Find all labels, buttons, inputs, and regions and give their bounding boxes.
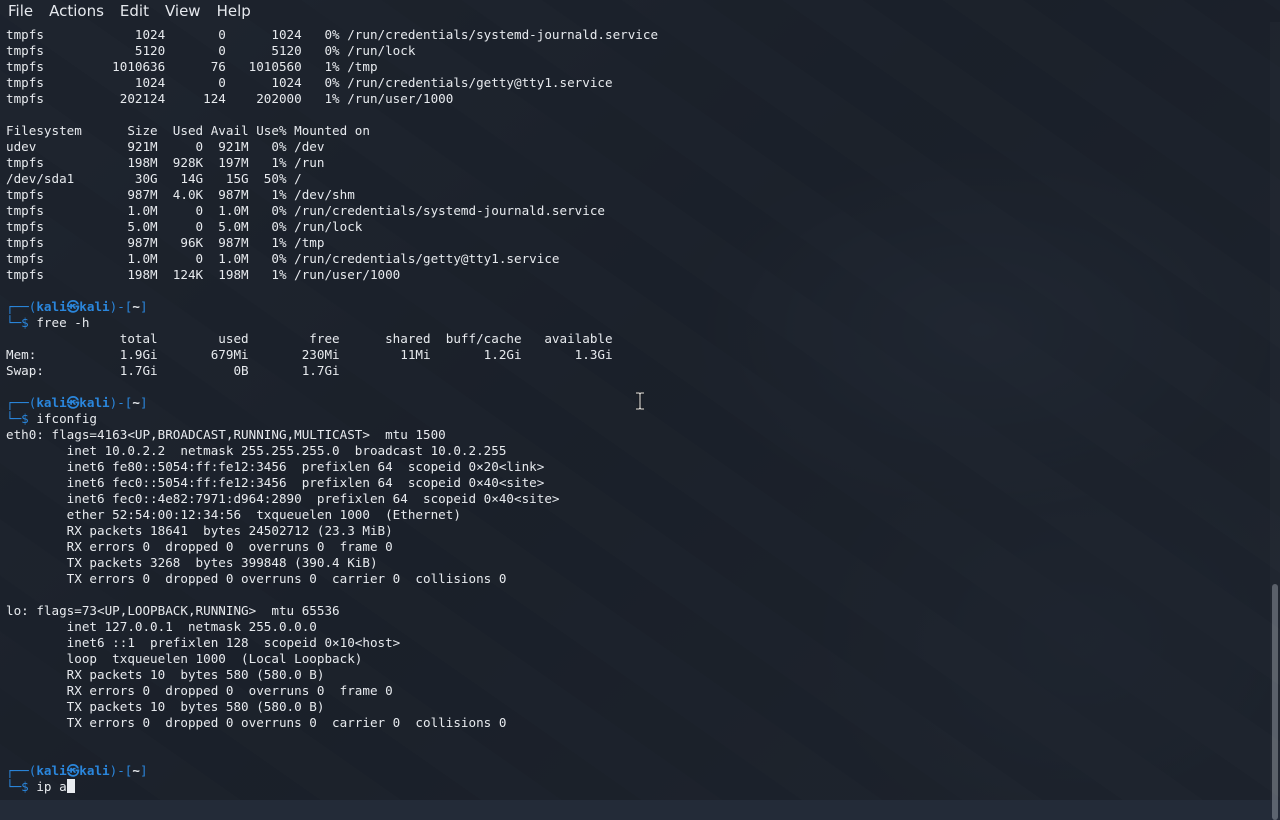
output-line: RX errors 0 dropped 0 overruns 0 frame 0 (6, 539, 393, 554)
command-text: ifconfig (36, 411, 98, 426)
output-line: total used free shared buff/cache availa… (6, 331, 613, 346)
output-line: inet 127.0.0.1 netmask 255.0.0.0 (6, 619, 317, 634)
output-line: tmpfs 1024 0 1024 0% /run/credentials/ge… (6, 75, 613, 90)
scrollbar-track[interactable] (1270, 22, 1280, 820)
prompt-symbol: └─$ (6, 779, 37, 794)
terminal-output[interactable]: tmpfs 1024 0 1024 0% /run/credentials/sy… (6, 27, 1261, 800)
output-line: TX packets 3268 bytes 399848 (390.4 KiB) (6, 555, 378, 570)
terminal-cursor (66, 779, 75, 793)
output-line: TX errors 0 dropped 0 overruns 0 carrier… (6, 715, 507, 730)
prompt-host: kali (79, 395, 110, 410)
menu-help[interactable]: Help (209, 0, 259, 22)
output-line: tmpfs 5.0M 0 5.0M 0% /run/lock (6, 219, 363, 234)
prompt-frame: )-[ (109, 763, 133, 778)
output-line: Filesystem Size Used Avail Use% Mounted … (6, 123, 370, 138)
prompt-header: ┌──(kali㉿kali)-[~] (6, 299, 1261, 315)
output-line: inet6 ::1 prefixlen 128 scopeid 0×10<hos… (6, 635, 401, 650)
output-line: Mem: 1.9Gi 679Mi 230Mi 11Mi 1.2Gi 1.3Gi (6, 347, 613, 362)
output-line: tmpfs 1024 0 1024 0% /run/credentials/sy… (6, 27, 659, 42)
output-line: udev 921M 0 921M 0% /dev (6, 139, 325, 154)
output-line: tmpfs 198M 124K 198M 1% /run/user/1000 (6, 267, 401, 282)
prompt-symbol: └─$ (6, 315, 37, 330)
output-line: tmpfs 5120 0 5120 0% /run/lock (6, 43, 416, 58)
prompt-frame: ┌──( (6, 395, 37, 410)
prompt-dir: ~ (132, 763, 140, 778)
prompt-user: kali (36, 763, 67, 778)
output-line: TX errors 0 dropped 0 overruns 0 carrier… (6, 571, 507, 586)
output-line: inet6 fe80::5054:ff:fe12:3456 prefixlen … (6, 459, 545, 474)
output-line: inet6 fec0::4e82:7971:d964:2890 prefixle… (6, 491, 560, 506)
prompt-at-icon: ㉿ (66, 763, 80, 778)
prompt-symbol: └─$ (6, 411, 37, 426)
output-line: lo: flags=73<UP,LOOPBACK,RUNNING> mtu 65… (6, 603, 340, 618)
output-line: tmpfs 1.0M 0 1.0M 0% /run/credentials/sy… (6, 203, 605, 218)
output-line: tmpfs 987M 96K 987M 1% /tmp (6, 235, 325, 250)
prompt-frame: ] (139, 395, 148, 410)
terminal-window[interactable]: File Actions Edit View Help tmpfs 1024 0… (0, 0, 1280, 820)
prompt-at-icon: ㉿ (66, 299, 80, 314)
command-text: free -h (36, 315, 90, 330)
prompt-header: ┌──(kali㉿kali)-[~] (6, 763, 1261, 779)
output-line: tmpfs 1010636 76 1010560 1% /tmp (6, 59, 378, 74)
prompt-frame: ] (139, 299, 148, 314)
menu-file[interactable]: File (0, 0, 41, 22)
command-line: └─$ ifconfig (6, 411, 1261, 427)
output-line: ether 52:54:00:12:34:56 txqueuelen 1000 … (6, 507, 461, 522)
menu-view[interactable]: View (157, 0, 209, 22)
output-line: Swap: 1.7Gi 0B 1.7Gi (6, 363, 340, 378)
prompt-user: kali (36, 299, 67, 314)
text-cursor-icon (636, 392, 644, 410)
output-line: tmpfs 1.0M 0 1.0M 0% /run/credentials/ge… (6, 251, 560, 266)
output-line: TX packets 10 bytes 580 (580.0 B) (6, 699, 325, 714)
scrollbar-thumb[interactable] (1272, 584, 1278, 820)
output-line: inet 10.0.2.2 netmask 255.255.255.0 broa… (6, 443, 507, 458)
prompt-host: kali (79, 763, 110, 778)
prompt-host: kali (79, 299, 110, 314)
output-line: tmpfs 202124 124 202000 1% /run/user/100… (6, 91, 454, 106)
output-line: tmpfs 198M 928K 197M 1% /run (6, 155, 325, 170)
menu-actions[interactable]: Actions (41, 0, 112, 22)
output-line: eth0: flags=4163<UP,BROADCAST,RUNNING,MU… (6, 427, 446, 442)
output-line: inet6 fec0::5054:ff:fe12:3456 prefixlen … (6, 475, 545, 490)
prompt-frame: ┌──( (6, 299, 37, 314)
menu-bar: File Actions Edit View Help (0, 0, 1280, 22)
prompt-user: kali (36, 395, 67, 410)
prompt-dir: ~ (132, 299, 140, 314)
prompt-dir: ~ (132, 395, 140, 410)
prompt-frame: ] (139, 763, 148, 778)
prompt-frame: ┌──( (6, 763, 37, 778)
output-line: RX packets 18641 bytes 24502712 (23.3 Mi… (6, 523, 393, 538)
output-line: RX errors 0 dropped 0 overruns 0 frame 0 (6, 683, 393, 698)
menu-edit[interactable]: Edit (112, 0, 157, 22)
prompt-frame: )-[ (109, 299, 133, 314)
output-line: loop txqueuelen 1000 (Local Loopback) (6, 651, 363, 666)
output-line: RX packets 10 bytes 580 (580.0 B) (6, 667, 325, 682)
output-line: tmpfs 987M 4.0K 987M 1% /dev/shm (6, 187, 355, 202)
output-line: /dev/sda1 30G 14G 15G 50% / (6, 171, 302, 186)
prompt-at-icon: ㉿ (66, 395, 80, 410)
command-input-line: └─$ ip a (6, 779, 1261, 795)
command-line: └─$ free -h (6, 315, 1261, 331)
command-input[interactable]: ip a (36, 779, 66, 794)
prompt-frame: )-[ (109, 395, 133, 410)
